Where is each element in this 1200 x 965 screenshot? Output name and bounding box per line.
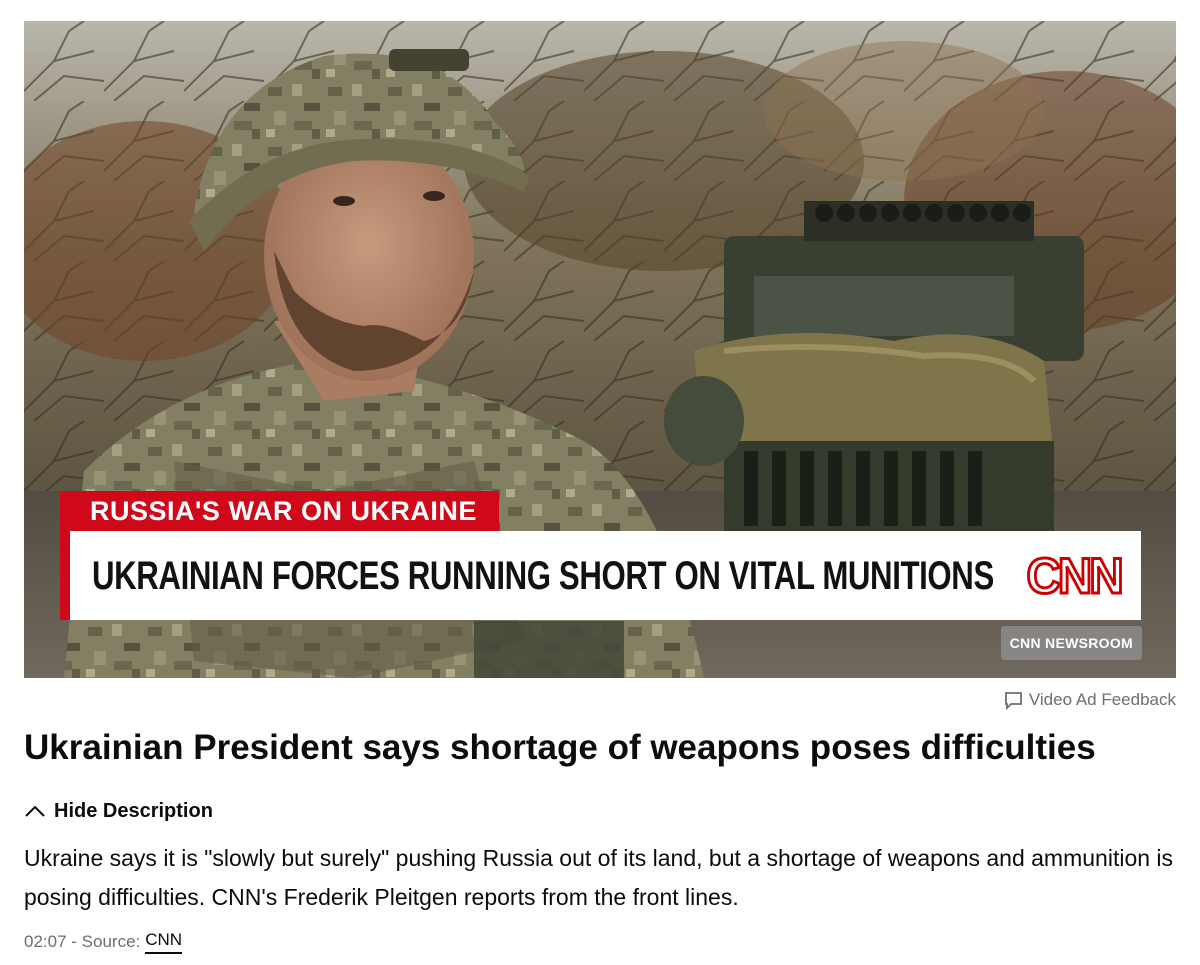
video-headline: Ukrainian President says shortage of wea…: [24, 728, 1096, 767]
video-player[interactable]: RUSSIA'S WAR ON UKRAINE UKRAINIAN FORCES…: [24, 21, 1176, 678]
source-link[interactable]: CNN: [145, 930, 183, 954]
show-bug: CNN NEWSROOM: [1000, 626, 1142, 660]
chevron-up-icon: [25, 805, 45, 817]
ad-feedback-label: Video Ad Feedback: [1028, 690, 1176, 709]
hide-description-label: Hide Description: [54, 799, 213, 822]
video-duration: 02:07: [24, 932, 67, 951]
chyron-kicker: RUSSIA'S WAR ON UKRAINE: [60, 491, 499, 531]
source-prefix: - Source:: [66, 932, 141, 951]
video-meta: 02:07 - Source: CNN: [24, 930, 183, 954]
video-description: Ukraine says it is "slowly but surely" p…: [24, 845, 1174, 910]
video-ad-feedback-link[interactable]: Video Ad Feedback: [1004, 688, 1176, 712]
chyron-bar: UKRAINIAN FORCES RUNNING SHORT ON VITAL …: [60, 531, 1141, 620]
chyron-headline: UKRAINIAN FORCES RUNNING SHORT ON VITAL …: [92, 554, 994, 598]
cnn-logo: CNN: [1025, 547, 1125, 606]
speech-bubble-icon: [1004, 691, 1022, 710]
hide-description-button[interactable]: Hide Description: [24, 797, 213, 825]
